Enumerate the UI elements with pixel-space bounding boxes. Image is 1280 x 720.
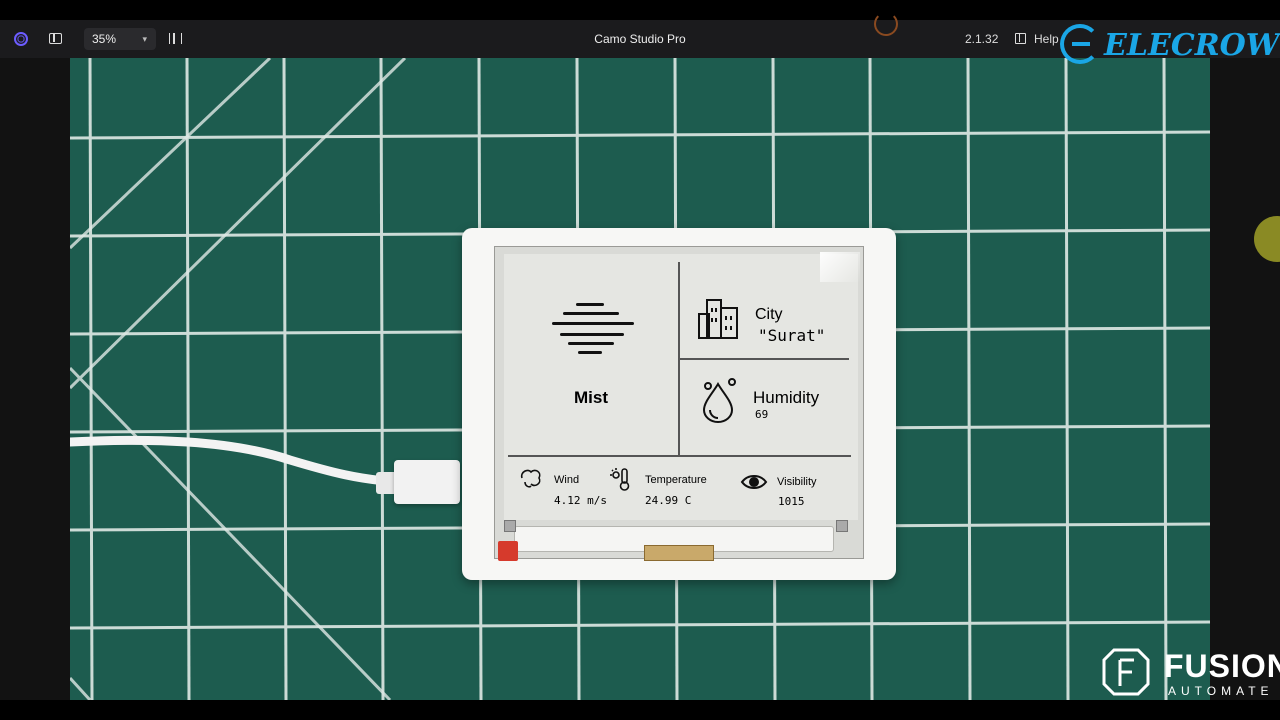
humidity-label: Humidity	[753, 388, 820, 407]
wind-value: 4.12 m/s	[554, 494, 607, 507]
usb-c-plug	[394, 460, 460, 504]
temperature-value: 24.99 C	[645, 494, 692, 507]
fusion-f-icon	[1102, 648, 1150, 696]
fusion-sub: AUTOMATE	[1168, 684, 1274, 698]
screen-glare	[820, 252, 860, 282]
divider-right-mid	[679, 358, 849, 360]
camera-overlay-ring	[874, 12, 898, 36]
elecrow-text: ELECROW	[1104, 28, 1280, 63]
help-book-icon[interactable]	[1015, 33, 1026, 44]
fusion-automate-logo: FUSION AUTOMATE	[1096, 632, 1280, 700]
thermometer-sun-icon	[610, 468, 630, 491]
version-label: 2.1.32	[965, 32, 999, 46]
fpc-connector	[644, 545, 714, 561]
usb-cable	[70, 435, 400, 487]
weather-condition: Mist	[574, 388, 608, 407]
help-button[interactable]: Help	[1034, 32, 1059, 46]
wind-icon	[520, 469, 541, 488]
visibility-label: Visibility	[777, 476, 817, 488]
eye-icon	[740, 475, 768, 489]
corner-screw-right	[836, 520, 848, 532]
buildings-icon	[698, 299, 738, 339]
divider-bottom	[508, 455, 851, 457]
left-letterbox	[0, 58, 70, 700]
droplet-icon	[702, 378, 736, 423]
temperature-label: Temperature	[645, 474, 707, 486]
bottom-letterbox	[0, 700, 1280, 720]
red-button	[498, 541, 518, 561]
fusion-name: FUSION	[1164, 648, 1280, 684]
city-value: "Surat"	[758, 326, 826, 345]
corner-screw-left	[504, 520, 516, 532]
wind-label: Wind	[554, 474, 580, 486]
elecrow-mark-icon	[1060, 24, 1100, 64]
visibility-value: 1015	[778, 495, 805, 508]
right-letterbox	[1210, 58, 1280, 700]
city-label: City	[755, 306, 783, 323]
top-letterbox	[0, 0, 1280, 20]
elecrow-logo: ELECROW	[1060, 22, 1280, 68]
humidity-value: 69	[755, 408, 769, 421]
